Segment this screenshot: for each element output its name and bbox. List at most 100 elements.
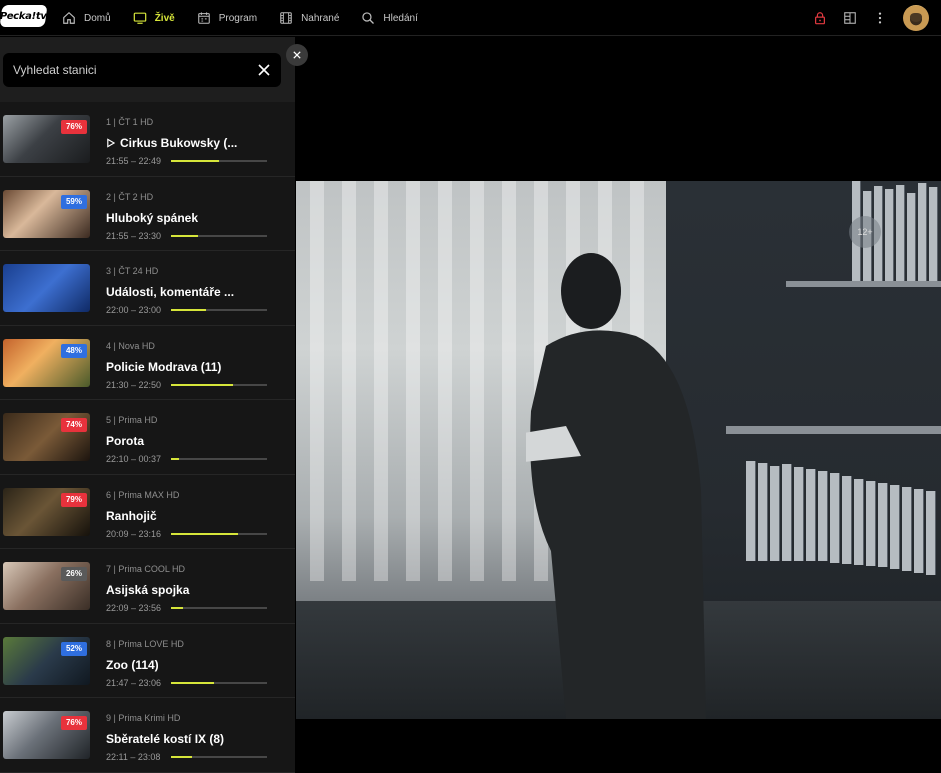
nav-program-label: Program	[218, 12, 258, 24]
blind-slat	[342, 181, 356, 581]
programme-progress	[171, 532, 267, 535]
channel-list: 76% 1 | ČT 1 HD Cirkus Bukowsky (... 21:55 …	[0, 102, 295, 773]
book	[902, 487, 912, 571]
programme-progress	[171, 681, 267, 684]
programme-time: 22:09 – 23:56	[106, 603, 162, 613]
blind-slat	[406, 181, 420, 581]
channel-thumbnail[interactable]: 48%	[3, 338, 90, 387]
book	[794, 467, 804, 561]
channel-row[interactable]: 48% 4 | Nova HD Policie Modrava (11) 21:30 …	[0, 325, 295, 400]
programme-progress	[171, 383, 267, 386]
programme-title: Cirkus Bukowsky (...	[106, 136, 237, 150]
rating-badge: 59%	[60, 194, 87, 209]
book	[914, 489, 924, 573]
channel-row[interactable]: 79% 6 | Prima MAX HD Ranhojič 20:09 – 23:16	[0, 474, 295, 549]
programme-title-text: Sběratelé kostí IX (8)	[106, 732, 225, 746]
programme-title: Ranhojič	[106, 509, 157, 523]
programme-title: Policie Modrava (11)	[106, 360, 221, 374]
programme-progress	[171, 160, 267, 162]
channel-thumbnail[interactable]: 59%	[3, 189, 90, 238]
book	[746, 461, 756, 561]
nav-home-label: Domů	[84, 12, 111, 24]
channel-thumbnail[interactable]: 52%	[3, 636, 90, 685]
nav-program[interactable]: Program	[197, 0, 257, 36]
channel-row[interactable]: 26% 7 | Prima COOL HD Asijská spojka 22:09 …	[0, 549, 295, 624]
book	[806, 469, 816, 561]
programme-time: 22:10 – 00:37	[106, 454, 162, 464]
channel-row[interactable]: 74% 5 | Prima HD Porota 22:10 – 00:37	[0, 400, 295, 475]
programme-progress-fill	[171, 383, 234, 386]
book	[896, 185, 905, 281]
station-search-box[interactable]	[3, 53, 281, 87]
channel-number: 8 | Prima LOVE HD	[106, 638, 184, 649]
programme-progress	[171, 756, 267, 758]
channel-row[interactable]: 3 | ČT 24 HD Události, komentáře ... 22:00…	[0, 251, 295, 326]
video-frame-man	[526, 253, 706, 719]
top-bar: Pecka!tv Domů Živě Program Nahrané Hledá…	[0, 0, 941, 36]
programme-progress-fill	[171, 309, 206, 311]
book	[907, 193, 916, 281]
play-icon	[107, 138, 115, 148]
programme-progress-fill	[171, 756, 193, 758]
rating-badge: 76%	[60, 716, 87, 730]
programme-title: Sběratelé kostí IX (8)	[106, 732, 224, 746]
channel-number: 3 | ČT 24 HD	[106, 266, 159, 276]
channel-row[interactable]: 76% 9 | Prima Krimi HD Sběratelé kostí IX …	[0, 698, 295, 773]
top-right-controls	[813, 0, 941, 36]
nav-live-label: Živě	[154, 12, 175, 24]
book	[818, 471, 828, 561]
channel-thumbnail[interactable]: 79%	[3, 487, 90, 536]
nav-live[interactable]: Živě	[133, 0, 175, 36]
avatar[interactable]	[903, 5, 929, 31]
channel-row[interactable]: 52% 8 | Prima LOVE HD Zoo (114) 21:47 – 23:…	[0, 623, 295, 698]
channel-thumbnail[interactable]: 74%	[3, 413, 90, 461]
close-icon[interactable]	[257, 63, 271, 77]
book	[782, 464, 792, 561]
home-icon	[63, 11, 75, 24]
channel-row[interactable]: 59% 2 | ČT 2 HD Hluboký spánek 21:55 – 23:3…	[0, 176, 295, 251]
programme-progress-fill	[171, 532, 239, 535]
channel-thumbnail[interactable]	[3, 264, 90, 312]
pecka-logo[interactable]: Pecka!tv	[0, 5, 48, 27]
channel-thumbnail[interactable]: 76%	[3, 711, 90, 759]
programme-time: 20:09 – 23:16	[106, 528, 162, 539]
search-area	[0, 37, 295, 102]
blind-slat	[502, 181, 516, 581]
station-search-input[interactable]	[13, 63, 243, 77]
more-vertical-icon	[878, 12, 882, 24]
blind-slat	[310, 181, 324, 581]
rating-badge: 52%	[60, 641, 87, 656]
programme-title-text: Ranhojič	[106, 508, 157, 523]
layout-button[interactable]	[843, 11, 857, 25]
blind-slat	[438, 181, 452, 581]
channel-thumbnail[interactable]: 76%	[3, 115, 90, 163]
film-icon	[280, 12, 292, 24]
book	[758, 463, 768, 561]
programme-title-text: Hluboký spánek	[106, 210, 199, 225]
video-player[interactable]: 12+	[296, 181, 941, 719]
nav-recorded[interactable]: Nahrané	[279, 0, 339, 36]
programme-title: Porota	[106, 434, 144, 448]
rating-badge: 48%	[60, 343, 87, 358]
channel-thumbnail[interactable]: 26%	[3, 562, 90, 610]
close-panel-button[interactable]	[286, 44, 308, 66]
nav-home[interactable]: Domů	[62, 0, 111, 36]
programme-time: 21:47 – 23:06	[106, 677, 162, 688]
close-icon	[293, 51, 301, 59]
parental-lock-button[interactable]	[813, 11, 827, 25]
rating-badge: 76%	[60, 120, 87, 134]
programme-title-text: Policie Modrava (11)	[106, 359, 222, 374]
programme-title: Zoo (114)	[106, 658, 159, 672]
book	[878, 483, 888, 567]
channel-row[interactable]: 76% 1 | ČT 1 HD Cirkus Bukowsky (... 21:55 …	[0, 102, 295, 177]
nav-search[interactable]: Hledání	[361, 0, 418, 36]
channel-sidebar: 76% 1 | ČT 1 HD Cirkus Bukowsky (... 21:55 …	[0, 37, 295, 773]
blind-slat	[374, 181, 388, 581]
programme-progress-fill	[171, 458, 179, 460]
programme-title: Události, komentáře ...	[106, 285, 234, 299]
programme-title: Hluboký spánek	[106, 211, 198, 225]
book	[890, 485, 900, 569]
channel-number: 4 | Nova HD	[106, 340, 155, 351]
programme-title-text: Události, komentáře ...	[106, 285, 235, 299]
more-button[interactable]	[873, 11, 887, 25]
